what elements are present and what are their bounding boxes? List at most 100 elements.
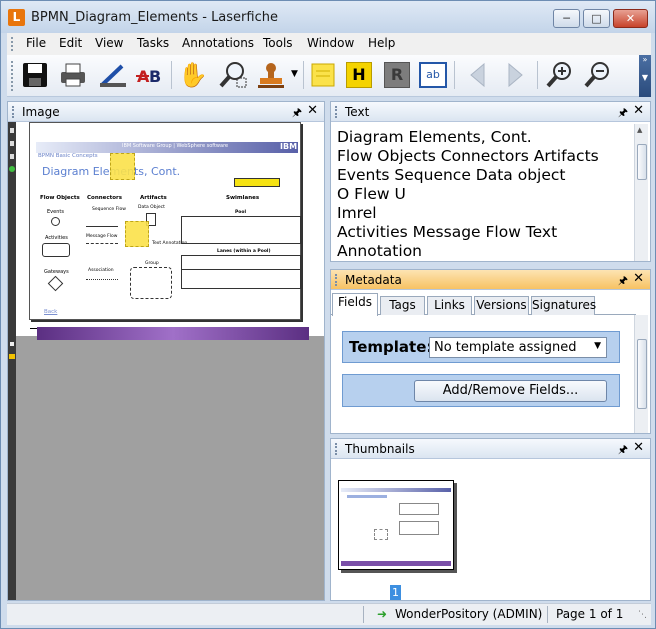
minimize-button[interactable]: ─	[553, 9, 580, 28]
close-button[interactable]: ✕	[613, 9, 648, 28]
tab-links[interactable]: Links	[427, 296, 472, 315]
text-box-icon[interactable]: ab	[417, 59, 449, 91]
scanner-pen-icon[interactable]	[97, 59, 129, 91]
back-link[interactable]: Back	[44, 309, 57, 315]
thumbnails-pane-header: Thumbnails 🖈 ✕	[331, 439, 650, 459]
template-select[interactable]: No template assigned ▼	[429, 337, 607, 358]
status-dot-icon	[9, 166, 15, 172]
scrollbar-thumb[interactable]	[637, 144, 647, 180]
status-bar: ➜ WonderPository (ADMIN) Page 1 of 1 ⋱	[7, 603, 651, 625]
ocr-text-body[interactable]: Diagram Elements, Cont. Flow Objects Con…	[337, 128, 627, 261]
zoom-area-icon[interactable]	[217, 59, 249, 91]
tab-fields[interactable]: Fields	[332, 293, 378, 316]
pane-grip[interactable]	[12, 106, 14, 118]
tab-tags[interactable]: Tags	[380, 296, 425, 315]
annotation-marker-icon[interactable]	[10, 128, 14, 133]
menubar-grip[interactable]	[11, 37, 14, 51]
swimlane-pool: Pool	[235, 210, 247, 215]
menu-file[interactable]: File	[26, 36, 46, 50]
menu-annotations[interactable]: Annotations	[182, 36, 254, 50]
pin-icon[interactable]: 🖈	[618, 104, 628, 123]
annotation-marker-icon[interactable]	[10, 141, 14, 146]
text-box-icon-label: ab	[419, 62, 447, 88]
menu-window[interactable]: Window	[307, 36, 354, 50]
connector-sequence: Sequence Flow	[92, 207, 126, 212]
page-header-text: IBM Software Group | WebSphere software	[122, 143, 229, 149]
association-line	[86, 279, 118, 280]
text-scrollbar[interactable]: ▲	[634, 124, 648, 261]
pane-close-icon[interactable]: ✕	[307, 103, 318, 118]
page-section: BPMN Basic Concepts	[38, 153, 98, 159]
menu-tools[interactable]: Tools	[263, 36, 293, 50]
pane-close-icon[interactable]: ✕	[633, 271, 644, 286]
zoom-out-icon[interactable]	[582, 59, 614, 91]
toolbar-separator	[171, 61, 172, 89]
pane-grip[interactable]	[335, 274, 337, 286]
toolbar-grip[interactable]	[11, 61, 14, 91]
thumbnail-title	[347, 495, 387, 498]
strikethrough-ab-icon[interactable]: AB	[135, 59, 167, 91]
pane-grip[interactable]	[335, 106, 337, 118]
sticky-note-icon[interactable]	[307, 59, 339, 91]
pane-close-icon[interactable]: ✕	[633, 440, 644, 455]
toolbar-separator	[537, 61, 538, 89]
save-icon[interactable]	[19, 59, 51, 91]
maximize-button[interactable]: □	[583, 9, 610, 28]
status-separator	[363, 606, 364, 623]
chevron-down-icon: ▼	[594, 341, 601, 351]
text-line: Diagram Elements, Cont.	[337, 128, 532, 146]
sticky-marker-icon[interactable]	[9, 354, 15, 359]
pin-icon[interactable]: 🖈	[618, 272, 628, 291]
thumbnails-pane-title: Thumbnails	[345, 442, 415, 456]
sequence-line	[86, 226, 118, 227]
annotation-strip	[8, 122, 16, 600]
page-status: Page 1 of 1	[556, 607, 624, 621]
lanes-shape	[181, 255, 301, 289]
tab-signatures[interactable]: Signatures	[531, 296, 596, 315]
menu-help[interactable]: Help	[368, 36, 395, 50]
column-artifacts: Artifacts	[140, 195, 167, 201]
pane-close-icon[interactable]: ✕	[633, 103, 644, 118]
annotation-marker-icon[interactable]	[10, 154, 14, 159]
tab-versions[interactable]: Versions	[474, 296, 529, 315]
next-page-icon[interactable]	[499, 59, 531, 91]
highlight-icon[interactable]: H	[343, 59, 375, 91]
row-events: Events	[47, 209, 64, 215]
gateway-diamond	[47, 275, 64, 292]
text-pane: Text 🖈 ✕ Diagram Elements, Cont. Flow Ob…	[330, 101, 651, 262]
pin-icon[interactable]: 🖈	[292, 104, 302, 123]
thumbnail-page-number[interactable]: 1	[390, 585, 401, 600]
menu-view[interactable]: View	[95, 36, 123, 50]
menu-edit[interactable]: Edit	[59, 36, 82, 50]
redaction-icon[interactable]: R	[381, 59, 413, 91]
thumbnail-shape	[399, 521, 439, 535]
template-select-value: No template assigned	[434, 340, 577, 355]
toolbar-separator	[454, 61, 455, 89]
thumbnail-footer-bar	[341, 561, 451, 566]
pin-icon[interactable]: 🖈	[618, 441, 628, 460]
menu-tasks[interactable]: Tasks	[137, 36, 169, 50]
sticky-note-annotation[interactable]	[110, 153, 135, 180]
pane-grip[interactable]	[335, 443, 337, 455]
page-thumbnail[interactable]	[338, 480, 454, 570]
previous-page-icon[interactable]	[462, 59, 494, 91]
page-footer-bar	[37, 327, 309, 340]
document-page[interactable]: IBM Software Group | WebSphere software …	[29, 122, 301, 329]
stamp-icon[interactable]	[255, 59, 287, 91]
row-activities: Activities	[45, 235, 68, 241]
toolbar-overflow-chevron-icon[interactable]: » ▼	[639, 55, 651, 97]
pan-hand-icon[interactable]: ✋	[177, 59, 209, 91]
stamp-dropdown-icon[interactable]: ▼	[291, 69, 298, 79]
metadata-scrollbar[interactable]	[634, 315, 648, 433]
template-group: Template: No template assigned ▼	[342, 331, 620, 363]
printer-icon[interactable]	[57, 59, 89, 91]
zoom-in-icon[interactable]	[544, 59, 576, 91]
scrollbar-thumb[interactable]	[637, 339, 647, 409]
add-remove-fields-button[interactable]: Add/Remove Fields...	[414, 380, 607, 402]
laserfiche-app-icon[interactable]: L	[8, 9, 25, 26]
annotation-marker-icon[interactable]	[10, 342, 14, 346]
sticky-note-annotation[interactable]	[125, 221, 149, 247]
scroll-up-icon[interactable]: ▲	[637, 126, 642, 134]
resize-grip-icon[interactable]: ⋱	[638, 610, 647, 620]
highlight-annotation[interactable]	[234, 178, 280, 187]
